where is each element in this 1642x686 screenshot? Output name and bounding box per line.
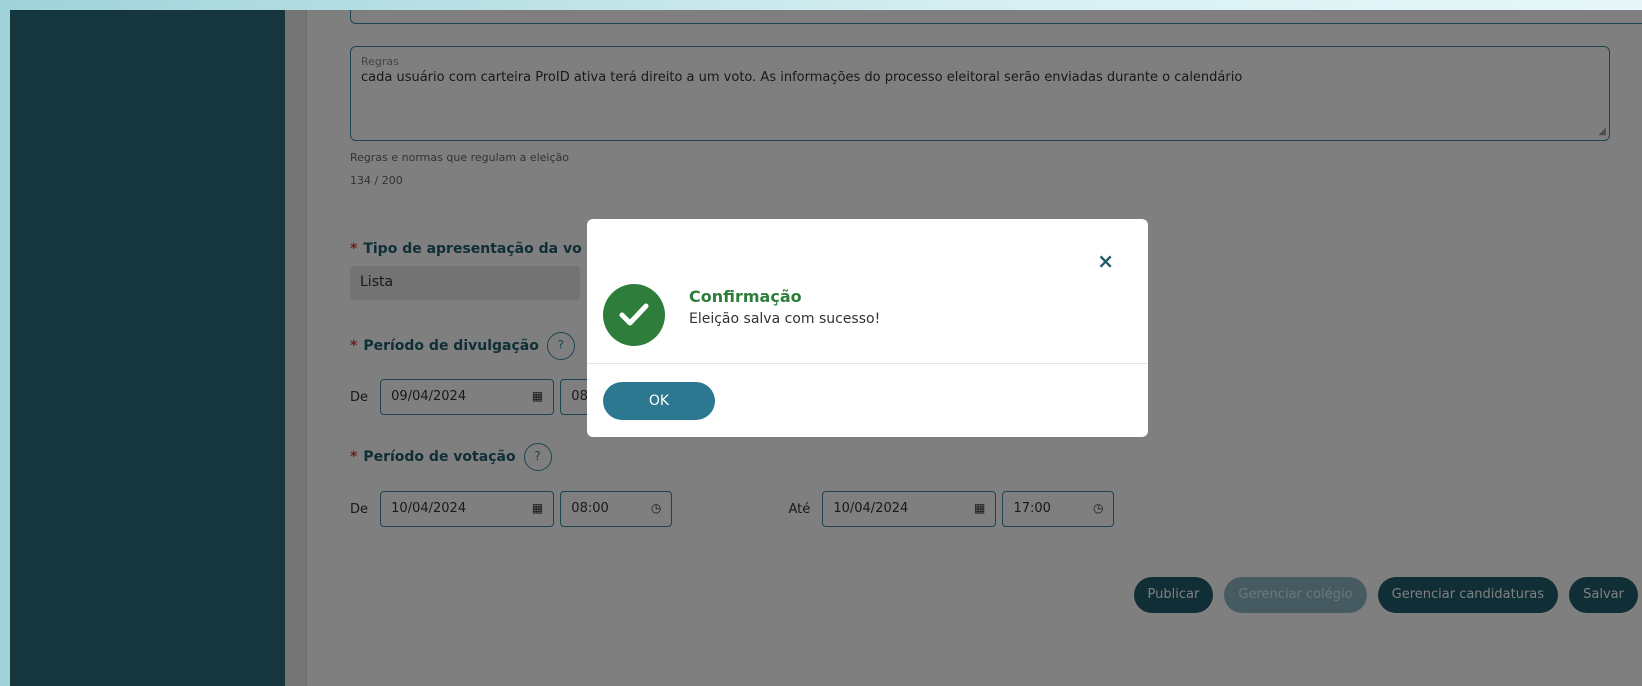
confirmation-dialog: × Confirmação Eleição salva com sucesso!… [587,219,1148,437]
ok-button[interactable]: OK [603,382,715,420]
check-circle-icon [603,284,665,346]
modal-message: Eleição salva com sucesso! [689,311,881,327]
close-icon[interactable]: × [1097,249,1114,273]
modal-title: Confirmação [689,287,802,306]
modal-divider [587,363,1148,364]
